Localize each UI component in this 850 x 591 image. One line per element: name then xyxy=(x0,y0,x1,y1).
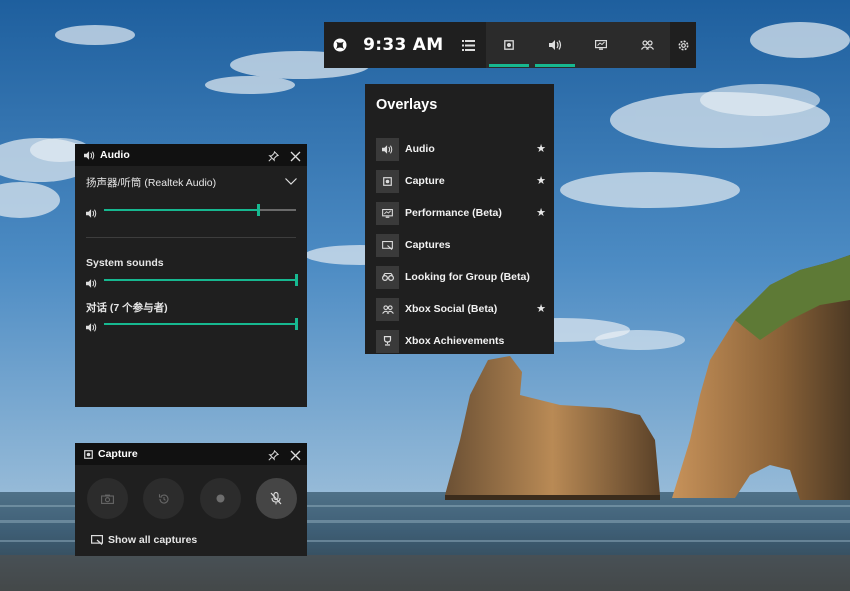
start-recording-button[interactable] xyxy=(199,478,241,519)
widget-buttons xyxy=(486,22,671,68)
social-icon xyxy=(376,297,399,321)
performance-icon xyxy=(595,40,608,50)
overlay-item-label: Xbox Achievements xyxy=(405,335,505,347)
close-icon[interactable] xyxy=(290,448,301,466)
close-icon[interactable] xyxy=(290,149,301,167)
widget-menu-button[interactable] xyxy=(451,22,487,68)
widget-social-button[interactable] xyxy=(624,22,670,68)
slider-track[interactable] xyxy=(104,204,296,216)
slider-fill xyxy=(104,209,258,211)
volume-icon xyxy=(86,275,97,293)
capture-widget-title: Capture xyxy=(98,448,138,460)
overlays-title: Overlays xyxy=(376,97,438,113)
overlay-item-label: Capture xyxy=(405,175,445,187)
camera-icon xyxy=(101,494,114,504)
overlay-item-label: Audio xyxy=(405,143,435,155)
overlays-list: Audio ★ Capture ★ Performance (Beta) ★ C… xyxy=(376,133,546,357)
capture-icon xyxy=(504,40,515,50)
overlay-item-label: Xbox Social (Beta) xyxy=(405,303,498,315)
show-all-captures-label: Show all captures xyxy=(108,534,198,546)
game-bar: 9:33 AM xyxy=(324,22,696,68)
captures-gallery-icon xyxy=(376,233,399,257)
performance-icon xyxy=(376,201,399,225)
capture-widget-header[interactable]: Capture xyxy=(75,443,307,465)
overlay-item-performance[interactable]: Performance (Beta) ★ xyxy=(376,197,546,229)
overlay-item-capture[interactable]: Capture ★ xyxy=(376,165,546,197)
slider-fill xyxy=(104,279,296,281)
audio-device-name: 扬声器/听筒 (Realtek Audio) xyxy=(86,177,217,189)
list-menu-icon xyxy=(461,39,475,51)
capture-icon xyxy=(376,169,399,193)
screenshot-button[interactable] xyxy=(87,478,128,519)
widget-capture-button[interactable] xyxy=(486,22,532,68)
favorite-star-icon[interactable]: ★ xyxy=(536,206,546,219)
clock-time: 9:33 AM xyxy=(363,35,444,55)
conversation-volume-slider[interactable] xyxy=(86,318,298,332)
divider xyxy=(86,237,296,238)
overlay-item-looking-for-group[interactable]: Looking for Group (Beta) xyxy=(376,261,546,293)
overlays-menu: Overlays Audio ★ Capture ★ Performance (… xyxy=(365,84,554,354)
record-last-icon xyxy=(158,493,169,504)
slider-track[interactable] xyxy=(104,274,298,286)
widget-audio-button[interactable] xyxy=(532,22,578,68)
show-all-captures-link[interactable]: Show all captures xyxy=(91,534,197,546)
captures-gallery-icon xyxy=(91,535,103,545)
mix-label-conversation: 对话 (7 个参与者) xyxy=(86,302,168,314)
favorite-star-icon[interactable]: ★ xyxy=(536,174,546,187)
settings-button[interactable] xyxy=(670,22,696,68)
overlay-item-audio[interactable]: Audio ★ xyxy=(376,133,546,165)
slider-fill xyxy=(104,323,296,325)
xbox-logo-icon[interactable] xyxy=(324,22,356,68)
audio-widget-title: Audio xyxy=(100,149,130,161)
overlay-item-label: Performance (Beta) xyxy=(405,207,502,219)
binoculars-icon xyxy=(376,265,399,289)
capture-icon xyxy=(84,449,93,459)
slider-thumb[interactable] xyxy=(295,318,298,330)
audio-icon xyxy=(376,137,399,161)
overlay-item-label: Captures xyxy=(405,239,451,251)
slider-track[interactable] xyxy=(104,318,298,330)
trophy-icon xyxy=(376,329,399,353)
capture-buttons xyxy=(87,478,297,519)
mic-off-icon xyxy=(271,492,282,505)
volume-icon xyxy=(86,205,97,223)
chevron-down-icon xyxy=(285,176,297,188)
overlay-item-xbox-achievements[interactable]: Xbox Achievements xyxy=(376,325,546,357)
widget-performance-button[interactable] xyxy=(578,22,624,68)
slider-thumb[interactable] xyxy=(295,274,298,286)
audio-device-select[interactable]: 扬声器/听筒 (Realtek Audio) xyxy=(86,175,297,190)
record-last-30s-button[interactable] xyxy=(143,478,185,519)
capture-widget: Capture Show all captures xyxy=(75,443,307,556)
favorite-star-icon[interactable]: ★ xyxy=(536,142,546,155)
gear-icon xyxy=(678,40,689,50)
mix-label-system-sounds: System sounds xyxy=(86,257,164,269)
record-dot-icon xyxy=(216,494,225,503)
system-sounds-volume-slider[interactable] xyxy=(86,274,298,288)
pin-icon[interactable] xyxy=(268,149,280,167)
microphone-toggle-button[interactable] xyxy=(255,478,297,519)
favorite-star-icon[interactable]: ★ xyxy=(536,302,546,315)
audio-widget-header[interactable]: Audio xyxy=(75,144,307,166)
pin-icon[interactable] xyxy=(268,448,280,466)
volume-icon xyxy=(86,319,97,337)
slider-thumb[interactable] xyxy=(256,204,260,216)
device-volume-slider[interactable] xyxy=(86,204,296,218)
audio-widget: Audio 扬声器/听筒 (Realtek Audio) System soun… xyxy=(75,144,307,407)
overlay-item-captures[interactable]: Captures xyxy=(376,229,546,261)
audio-icon xyxy=(84,150,95,160)
overlay-item-xbox-social[interactable]: Xbox Social (Beta) ★ xyxy=(376,293,546,325)
social-icon xyxy=(640,40,654,50)
overlay-item-label: Looking for Group (Beta) xyxy=(405,271,530,283)
audio-icon xyxy=(548,40,561,50)
